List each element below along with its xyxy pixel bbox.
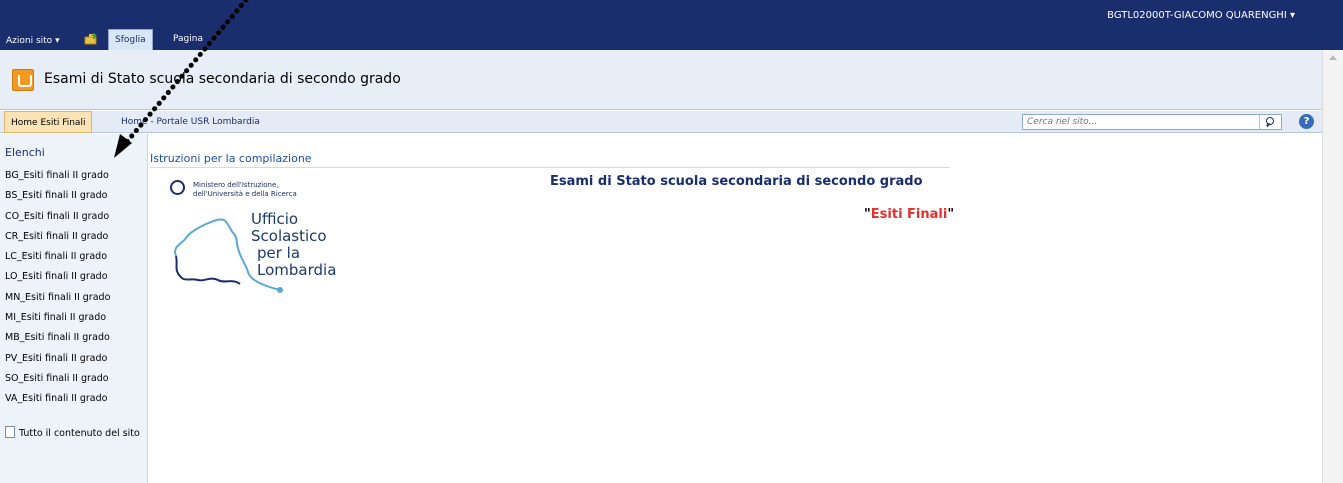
lists-header[interactable]: Elenchi [5, 146, 45, 159]
page-heading: Esami di Stato scuola secondaria di seco… [550, 174, 923, 189]
tab-sfoglia[interactable]: Sfoglia [108, 29, 153, 50]
tab-home-esiti-finali[interactable]: Home Esiti Finali [4, 111, 93, 133]
vertical-scrollbar[interactable] [1322, 50, 1343, 483]
chevron-down-icon: ▾ [55, 36, 60, 46]
site-title-area: Esami di Stato scuola secondaria di seco… [0, 50, 1322, 110]
user-name: BGTL02000T-GIACOMO QUARENGHI [1107, 10, 1287, 21]
usr-line-3: per la [257, 244, 301, 262]
ribbon-bar: Azioni sito ▾ Sfoglia Pagina BGTL02000T-… [0, 0, 1343, 50]
tab-pagina[interactable]: Pagina [167, 29, 209, 50]
site-actions-label: Azioni sito [6, 36, 53, 46]
usr-line-1: Ufficio [251, 210, 299, 228]
search-box [1022, 114, 1282, 130]
list-item[interactable]: MB_Esiti finali II grado [5, 328, 110, 348]
list-item[interactable]: MI_Esiti finali II grado [5, 308, 110, 328]
search-icon[interactable] [1259, 115, 1281, 129]
list-item[interactable]: MN_Esiti finali II grado [5, 288, 110, 308]
esiti-finali-label: "Esiti Finali" [864, 207, 955, 222]
ministry-line-1: Ministero dell'Istruzione, [193, 181, 279, 189]
usr-lombardia-logo: Ministero dell'Istruzione, dell'Universi… [168, 178, 368, 298]
list-item[interactable]: LO_Esiti finali II grado [5, 267, 110, 287]
navigate-up-icon[interactable] [84, 33, 98, 45]
list-item[interactable]: LC_Esiti finali II grado [5, 247, 110, 267]
help-icon[interactable]: ? [1299, 114, 1314, 129]
esiti-finali-text: Esiti Finali [870, 207, 948, 222]
ministry-emblem-icon [170, 180, 185, 195]
site-actions-menu[interactable]: Azioni sito ▾ [6, 32, 60, 50]
user-menu[interactable]: BGTL02000T-GIACOMO QUARENGHI ▾ [1107, 10, 1295, 21]
all-content-label: Tutto il contenuto del sito [19, 428, 140, 439]
usr-line-2: Scolastico [251, 227, 327, 245]
chevron-down-icon: ▾ [1289, 10, 1295, 21]
section-title: Istruzioni per la compilazione [150, 152, 950, 168]
list-item[interactable]: CR_Esiti finali II grado [5, 227, 110, 247]
lists-menu: BG_Esiti finali II grado BS_Esiti finali… [5, 166, 110, 410]
usr-line-4: Lombardia [257, 261, 337, 279]
site-title[interactable]: Esami di Stato scuola secondaria di seco… [44, 71, 401, 87]
scroll-up-icon[interactable] [1329, 55, 1337, 60]
quick-launch: Elenchi BG_Esiti finali II grado BS_Esit… [0, 134, 148, 483]
usr-name: Ufficio Scolastico per la Lombardia [251, 211, 336, 279]
list-item[interactable]: BS_Esiti finali II grado [5, 186, 110, 206]
site-logo-icon [12, 69, 34, 91]
ministry-line-2: dell'Università e della Ricerca [193, 190, 297, 198]
document-icon [5, 426, 15, 438]
list-item[interactable]: BG_Esiti finali II grado [5, 166, 110, 186]
link-home-portale-usr[interactable]: Home - Portale USR Lombardia [121, 111, 260, 133]
search-input[interactable] [1023, 115, 1253, 129]
all-site-content-link[interactable]: Tutto il contenuto del sito [5, 426, 147, 440]
list-item[interactable]: PV_Esiti finali II grado [5, 349, 110, 369]
list-item[interactable]: VA_Esiti finali II grado [5, 389, 110, 409]
list-item[interactable]: SO_Esiti finali II grado [5, 369, 110, 389]
list-item[interactable]: CO_Esiti finali II grado [5, 207, 110, 227]
